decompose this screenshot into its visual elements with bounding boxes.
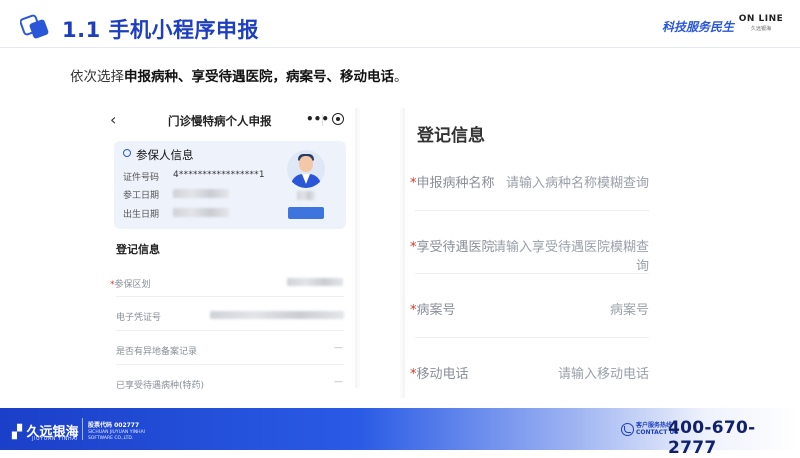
form-field-insured-region[interactable]: *参保区划: [110, 277, 151, 290]
stock-code: 股票代码 002777: [88, 422, 140, 429]
online-logo: ON LINE 久远银海: [738, 14, 784, 32]
name-blurred: [297, 191, 315, 200]
field-label: 申报病种名称: [416, 176, 495, 191]
instruction-emphasis: 申报病种、享受待遇医院，病案号、移动电话: [124, 69, 394, 85]
form-field-remote-record[interactable]: 是否有异地备案记录: [116, 344, 197, 357]
field-label: 移动电话: [416, 367, 469, 382]
field-label: 病案号: [416, 303, 456, 318]
zoom-field-disease-name[interactable]: *申报病种名称: [410, 172, 495, 191]
slide-title: 1.1 手机小程序申报: [62, 18, 260, 42]
work-date-label: 参工日期: [123, 191, 160, 201]
id-number-label: 证件号码: [123, 173, 160, 183]
registration-section-title: 登记信息: [116, 243, 160, 256]
zoom-section-title: 登记信息: [417, 126, 485, 146]
capsule-divider: [322, 114, 323, 126]
slide-logo-icon: [20, 14, 49, 39]
instruction-suffix: 。: [394, 69, 408, 85]
card-dot-icon: [123, 149, 131, 157]
form-field-e-voucher[interactable]: 电子凭证号: [116, 310, 161, 323]
avatar-action-button[interactable]: [288, 207, 324, 219]
hospital-input[interactable]: 请输入享受待遇医院模糊查询: [492, 236, 649, 274]
remote-record-value: —: [334, 343, 343, 353]
mobile-input[interactable]: 请输入移动电话: [520, 363, 649, 382]
zoom-field-mobile[interactable]: *移动电话: [410, 363, 469, 382]
zoom-divider: [415, 273, 649, 274]
field-label: 参保区划: [114, 280, 151, 290]
enjoyed-disease-value: —: [334, 377, 343, 387]
insured-region-blurred: [287, 278, 343, 286]
footer-divider: [82, 418, 83, 440]
zoom-field-case-number[interactable]: *病案号: [410, 299, 456, 318]
mini-program-title: 门诊慢特病个人申报: [168, 114, 272, 128]
birth-date-blurred: [173, 208, 229, 217]
disease-name-input[interactable]: 请输入病种名称模糊查询: [500, 172, 649, 191]
company-name-en: SICHUAN JIUYUAN YINHAI SOFTWARE CO.,LTD.: [88, 430, 145, 441]
form-field-enjoyed-disease[interactable]: 已享受待遇病种(特药): [116, 378, 204, 391]
form-divider: [116, 296, 344, 297]
field-label: 享受待遇医院: [416, 240, 495, 255]
company-logo-sub: JIUYUAN YINHAI: [32, 436, 78, 442]
e-voucher-blurred: [210, 311, 344, 319]
target-close-icon[interactable]: [332, 113, 344, 125]
instruction-text: 依次选择申报病种、享受待遇医院，病案号、移动电话。: [70, 65, 408, 85]
brand-slogan: 科技服务民生: [662, 20, 735, 34]
case-number-input[interactable]: 病案号: [540, 299, 649, 318]
header-divider: [0, 47, 800, 48]
form-divider: [116, 364, 344, 365]
work-date-blurred: [173, 189, 229, 198]
zoom-divider: [415, 337, 649, 338]
phone-edge-shadow: [355, 108, 361, 388]
avatar: [287, 150, 325, 188]
zoom-divider: [415, 210, 649, 211]
form-divider: [116, 330, 344, 331]
more-dots-icon[interactable]: •••: [306, 112, 329, 126]
phone-icon: [621, 423, 634, 436]
birth-date-label: 出生日期: [123, 210, 160, 220]
online-logo-text: ON LINE: [738, 14, 784, 24]
zoom-field-hospital[interactable]: *享受待遇医院: [410, 236, 495, 255]
insured-card-title: 参保人信息: [136, 148, 194, 162]
hotline-number: 400-670-2777: [668, 418, 756, 458]
chevron-left-icon[interactable]: ‹: [110, 110, 116, 129]
id-number-value: 4*****************1: [173, 170, 265, 180]
instruction-prefix: 依次选择: [70, 69, 124, 85]
online-logo-sub: 久远银海: [750, 26, 771, 32]
